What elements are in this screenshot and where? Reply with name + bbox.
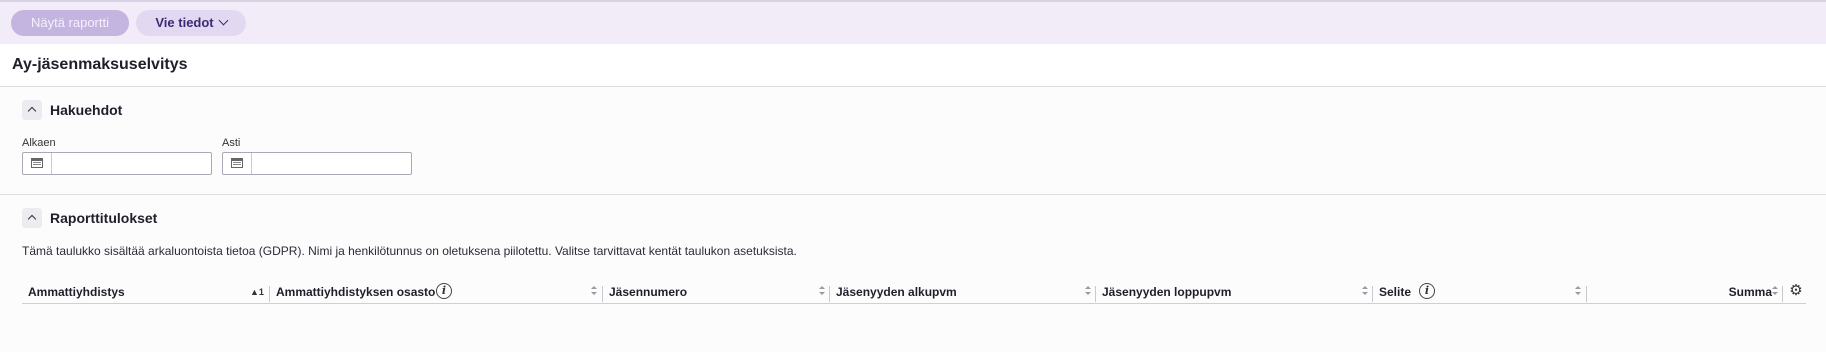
from-calendar-button[interactable] [23,153,52,174]
main-content [0,86,1826,352]
divider [0,86,1826,87]
sort-icon[interactable] [819,286,825,296]
results-section-title: Raporttitulokset [50,210,158,226]
calendar-icon [231,158,243,168]
info-icon[interactable]: i [436,283,452,299]
collapse-search-button[interactable] [22,100,42,120]
column-separator[interactable] [1782,286,1783,302]
calendar-icon [31,158,43,168]
table-header-underline [22,303,1806,304]
column-header-alkupvm[interactable]: Jäsenyyden alkupvm [830,282,1094,304]
column-header-jasennumero[interactable]: Jäsennumero [603,282,829,304]
column-header-ammattiyhdistys[interactable]: Ammattiyhdistys [22,282,268,304]
sort-icon[interactable] [591,286,597,296]
sort-ascending-icon[interactable]: ▲1 [250,287,264,297]
from-date-field[interactable] [22,152,212,175]
export-button[interactable]: Vie tiedot [136,10,246,36]
from-date-label: Alkaen [22,137,56,149]
sort-icon[interactable] [1772,286,1778,296]
gdpr-notice: Tämä taulukko sisältää arkaluontoista ti… [22,244,797,258]
export-button-label: Vie tiedot [155,15,214,30]
sort-icon[interactable] [1575,286,1581,296]
column-header-selite[interactable]: Selite [1373,282,1585,304]
divider [0,194,1826,195]
toolbar: Näytä raportti Vie tiedot [0,0,1826,44]
sort-icon[interactable] [1085,286,1091,296]
column-header-loppupvm[interactable]: Jäsenyyden loppupvm [1096,282,1368,304]
sort-icon[interactable] [1362,286,1368,296]
column-header-osasto[interactable]: Ammattiyhdistyksen osasto [270,282,600,304]
chevron-down-icon [218,15,229,26]
to-date-field[interactable] [222,152,412,175]
info-icon[interactable]: i [1419,283,1435,299]
to-calendar-button[interactable] [223,153,252,174]
column-header-summa[interactable]: Summa [1587,282,1772,304]
collapse-results-button[interactable] [22,208,42,228]
page-title: Ay-jäsenmaksuselvitys [12,56,188,73]
gear-icon[interactable]: ⚙ [1788,283,1804,299]
show-report-button[interactable]: Näytä raportti [11,10,129,36]
to-date-label: Asti [222,137,241,149]
search-section-title: Hakuehdot [50,102,123,118]
